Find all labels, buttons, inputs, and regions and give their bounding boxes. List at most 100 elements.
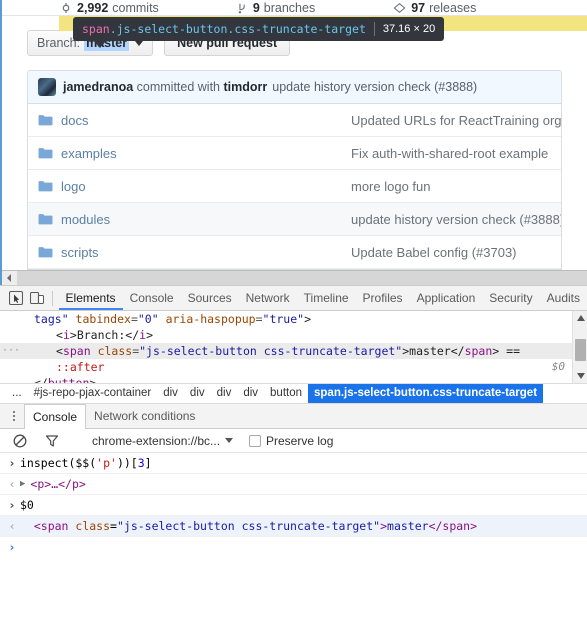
repo-stat-branches[interactable]: 9 branches: [237, 1, 315, 15]
file-name[interactable]: scripts: [61, 245, 351, 260]
table-row[interactable]: scripts Update Babel config (#3703): [28, 236, 561, 269]
inspect-element-icon[interactable]: [6, 287, 27, 309]
dom-tree-vertical-scrollbar[interactable]: [572, 311, 587, 383]
preserve-log-toggle[interactable]: Preserve log: [249, 434, 333, 448]
console-drawer: Console Network conditions chrome-extens…: [0, 403, 587, 621]
scrollbar-thumb[interactable]: [575, 339, 586, 361]
breadcrumb-item[interactable]: div: [157, 384, 184, 403]
commit-co-author[interactable]: timdorr: [224, 80, 268, 94]
console-input-text: inspect($$('p'))[3]: [20, 456, 152, 470]
scroll-down-arrow-icon[interactable]: [573, 369, 587, 383]
folder-icon: [38, 147, 53, 160]
repo-stat-branches-label: branches: [263, 1, 316, 15]
console-input-line[interactable]: › inspect($$('p'))[3]: [0, 453, 587, 474]
breadcrumb-item-selected[interactable]: span.js-select-button.css-truncate-targe…: [308, 384, 544, 403]
tab-application[interactable]: Application: [410, 286, 483, 310]
tab-profiles[interactable]: Profiles: [356, 286, 410, 310]
file-commit-message[interactable]: update history version check (#3888): [351, 212, 561, 227]
commit-author[interactable]: jamedranoa: [63, 80, 133, 94]
tab-elements[interactable]: Elements: [58, 286, 123, 310]
drawer-tab-console[interactable]: Console: [24, 403, 87, 429]
breadcrumb-item[interactable]: #js-repo-pjax-container: [28, 384, 158, 403]
table-row[interactable]: modules update history version check (#3…: [28, 203, 561, 236]
dom-tree-line[interactable]: ::after $0: [0, 359, 587, 375]
breadcrumb-item[interactable]: div: [237, 384, 264, 403]
page-horizontal-scrollbar[interactable]: [2, 270, 587, 285]
file-name[interactable]: examples: [61, 146, 351, 161]
file-name[interactable]: modules: [61, 212, 351, 227]
preserve-log-checkbox[interactable]: [249, 434, 261, 447]
dom-tree-line-selected[interactable]: ··· <span class="js-select-button css-tru…: [0, 343, 587, 359]
avatar[interactable]: [38, 78, 56, 96]
inspector-tooltip-divider: [373, 22, 375, 36]
repo-stat-releases-label: releases: [429, 1, 477, 15]
console-output[interactable]: › inspect($$('p'))[3] ‹ ▶ <p>…</p> › $0 …: [0, 453, 587, 621]
dom-tree-line[interactable]: tags" tabindex="0" aria-haspopup="true">: [0, 311, 587, 327]
folder-icon: [38, 213, 53, 226]
tab-network[interactable]: Network: [239, 286, 297, 310]
devtools-panel: Elements Console Sources Network Timelin…: [0, 285, 587, 621]
dom-tree-line[interactable]: <i>Branch:</i>: [0, 327, 587, 343]
table-row[interactable]: logo more logo fun: [28, 170, 561, 203]
breadcrumb-item[interactable]: div: [184, 384, 211, 403]
inspector-tooltip-classes: .js-select-button.css-truncate-target: [109, 22, 366, 36]
selected-node-marker: $0: [551, 360, 565, 373]
file-name[interactable]: logo: [61, 179, 351, 194]
tab-console[interactable]: Console: [123, 286, 181, 310]
filter-icon[interactable]: [40, 430, 64, 452]
console-output-value[interactable]: <span class="js-select-button css-trunca…: [20, 516, 477, 536]
table-row[interactable]: examples Fix auth-with-shared-root examp…: [28, 137, 561, 170]
file-commit-message[interactable]: Fix auth-with-shared-root example: [351, 146, 548, 161]
tab-timeline[interactable]: Timeline: [297, 286, 356, 310]
chevron-down-icon: [225, 438, 233, 443]
commits-icon: [60, 2, 72, 14]
commit-committed-with-text: committed with: [136, 80, 221, 94]
folder-icon: [38, 246, 53, 259]
drawer-tabbar: Console Network conditions: [0, 403, 587, 429]
tab-security[interactable]: Security: [482, 286, 539, 310]
file-commit-message[interactable]: Update Babel config (#3703): [351, 245, 517, 260]
repo-stat-commits[interactable]: 2,992 commits: [60, 1, 159, 15]
dom-tree[interactable]: tags" tabindex="0" aria-haspopup="true">…: [0, 311, 587, 383]
breadcrumb-item[interactable]: button: [264, 384, 308, 403]
folder-icon: [38, 114, 53, 127]
tab-sources[interactable]: Sources: [181, 286, 239, 310]
toggle-device-toolbar-icon[interactable]: [27, 287, 48, 309]
clear-console-icon[interactable]: [8, 430, 32, 452]
more-options-icon[interactable]: [4, 405, 24, 427]
console-output-value[interactable]: <p>…</p>: [30, 474, 85, 494]
console-toolbar: chrome-extension://bc...caa Preserve log: [0, 429, 587, 453]
console-output-line[interactable]: ‹ ▶ <p>…</p>: [0, 474, 587, 495]
repo-stats-bar: 2,992 commits 9 branches 97 releases: [2, 0, 587, 16]
repo-stat-releases[interactable]: 97 releases: [393, 1, 476, 15]
repo-stat-commits-label: commits: [112, 1, 159, 15]
commit-message[interactable]: update history version check (#3888): [272, 80, 477, 94]
inspector-tooltip-dimensions: 37.16 × 20: [382, 23, 436, 35]
tag-icon: [393, 2, 406, 14]
breadcrumb-item[interactable]: ...: [6, 384, 28, 403]
scroll-left-arrow-icon[interactable]: [2, 270, 17, 285]
inspector-tooltip-tag: span: [82, 22, 110, 36]
scroll-up-arrow-icon[interactable]: [573, 311, 587, 325]
breadcrumb-item[interactable]: div: [211, 384, 238, 403]
tab-audits[interactable]: Audits: [540, 286, 587, 310]
file-commit-message[interactable]: Updated URLs for ReactTraining org mo: [351, 113, 561, 128]
console-context-value: chrome-extension://bc...caa: [92, 433, 220, 448]
console-output-line-highlighted[interactable]: ‹ <span class="js-select-button css-trun…: [0, 516, 587, 537]
console-input-line[interactable]: › $0: [0, 495, 587, 516]
dom-tree-line[interactable]: </button>: [0, 375, 587, 383]
file-name[interactable]: docs: [61, 113, 351, 128]
table-row[interactable]: docs Updated URLs for ReactTraining org …: [28, 104, 561, 137]
disclosure-triangle-icon[interactable]: ▶: [20, 474, 25, 494]
console-input-arrow-icon: ›: [9, 456, 15, 470]
console-prompt-line[interactable]: ›: [0, 537, 587, 557]
browser-page: 2,992 commits 9 branches 97 releases spa…: [0, 0, 587, 285]
console-output-arrow-icon: ‹: [9, 519, 15, 533]
latest-commit-bar: jamedranoa committed with timdorr update…: [28, 71, 561, 104]
devtools-tabbar: Elements Console Sources Network Timelin…: [0, 286, 587, 311]
console-context-select[interactable]: chrome-extension://bc...caa: [92, 434, 233, 448]
file-commit-message[interactable]: more logo fun: [351, 179, 431, 194]
console-output-arrow-icon: ‹: [9, 477, 15, 491]
drawer-tab-network-conditions[interactable]: Network conditions: [86, 404, 203, 428]
preserve-log-label: Preserve log: [266, 433, 334, 448]
